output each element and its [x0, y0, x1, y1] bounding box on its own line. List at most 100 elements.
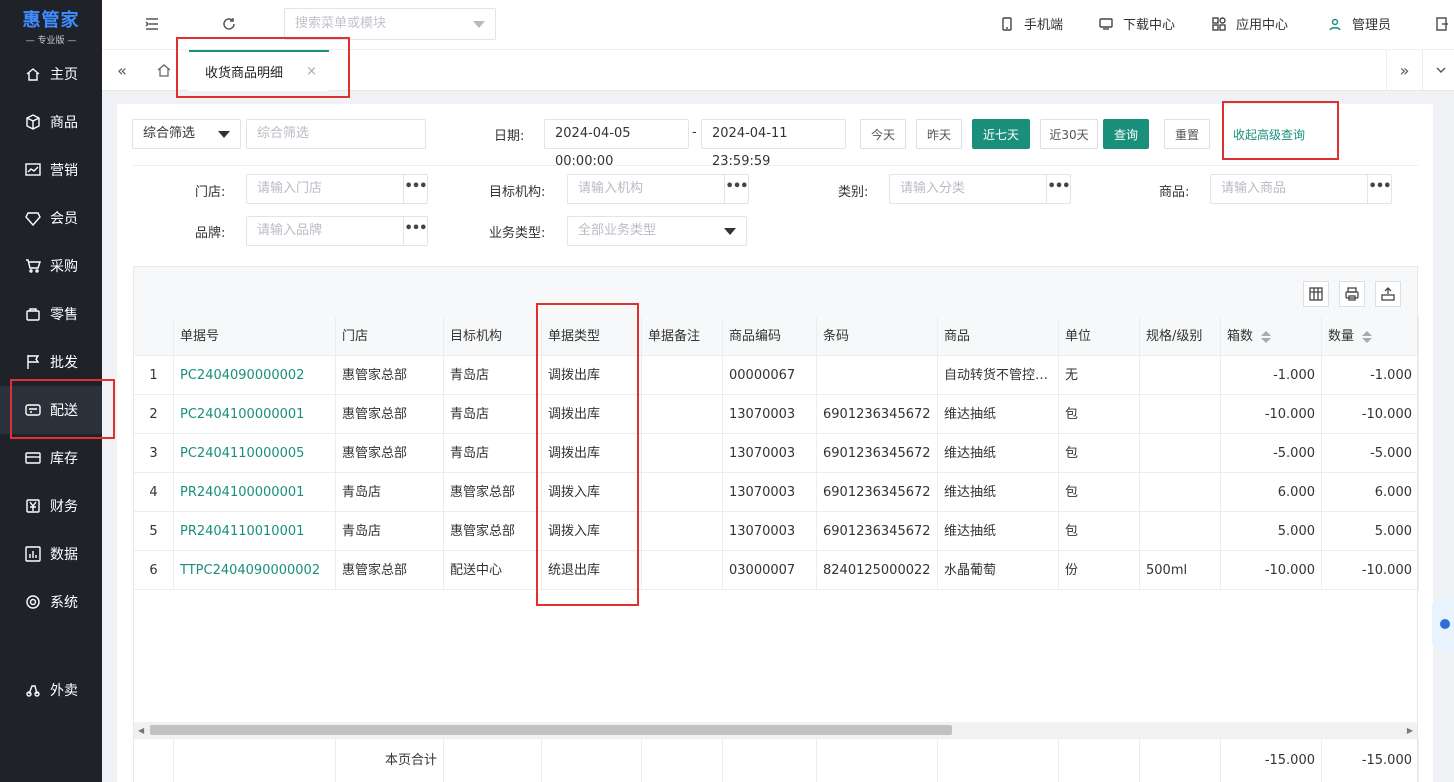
- column-header-spec[interactable]: 规格/级别: [1140, 317, 1221, 356]
- sidebar-item-1[interactable]: 主页: [0, 50, 102, 98]
- last-30-days-button[interactable]: 近30天: [1040, 119, 1098, 149]
- sidebar-item-8[interactable]: 配送: [0, 386, 102, 434]
- target-org-input[interactable]: 请输入机构 •••: [567, 174, 749, 204]
- footer-cell: [817, 739, 938, 782]
- yesterday-button[interactable]: 昨天: [916, 119, 962, 149]
- sidebar-item-4[interactable]: 会员: [0, 194, 102, 242]
- horizontal-scrollbar[interactable]: ◀ ▶: [134, 722, 1417, 738]
- tab-close-icon[interactable]: ×: [306, 64, 317, 79]
- export-icon[interactable]: [1375, 281, 1401, 307]
- column-header-unit[interactable]: 单位: [1059, 317, 1140, 356]
- scrollbar-thumb[interactable]: [150, 725, 952, 735]
- last-7-days-button[interactable]: 近七天: [972, 119, 1030, 149]
- mobile-link[interactable]: 手机端: [1000, 14, 1063, 33]
- sidebar-item-2[interactable]: 商品: [0, 98, 102, 146]
- column-header-code[interactable]: 商品编码: [723, 317, 817, 356]
- more-icon[interactable]: •••: [403, 217, 427, 245]
- cell-target: 惠管家总部: [444, 512, 542, 551]
- combo-filter-input[interactable]: 综合筛选: [246, 119, 426, 149]
- sort-icon[interactable]: [1362, 330, 1373, 343]
- user-menu[interactable]: 管理员: [1328, 14, 1391, 33]
- sidebar-item-10[interactable]: 财务: [0, 482, 102, 530]
- data-icon: [24, 545, 42, 563]
- cell-store: 青岛店: [336, 473, 444, 512]
- footer-cell: [1140, 739, 1221, 782]
- cell-barcode: [817, 356, 938, 395]
- more-icon[interactable]: •••: [724, 175, 748, 203]
- tab-scroll-right-icon[interactable]: »: [1386, 50, 1422, 90]
- menu-toggle-icon[interactable]: [142, 14, 162, 34]
- tab-scroll-left-icon[interactable]: «: [104, 50, 140, 90]
- target-placeholder: 请输入机构: [578, 181, 644, 196]
- cell-doc[interactable]: PC2404090000002: [174, 356, 336, 395]
- sidebar-item-6[interactable]: 零售: [0, 290, 102, 338]
- refresh-icon[interactable]: [219, 14, 239, 34]
- collapse-advanced-search-link[interactable]: 收起高级查询: [1233, 126, 1305, 143]
- table-row[interactable]: 6 TTPC2404090000002 惠管家总部 配送中心 统退出库 03000007 8…: [134, 551, 1419, 590]
- column-settings-icon[interactable]: [1303, 281, 1329, 307]
- query-button[interactable]: 查询: [1103, 119, 1149, 149]
- column-header-note[interactable]: 单据备注: [642, 317, 723, 356]
- app-logo[interactable]: 惠管家 — 专业版 —: [0, 0, 102, 48]
- more-icon[interactable]: •••: [403, 175, 427, 203]
- store-label: 门店:: [195, 185, 226, 200]
- table-row[interactable]: 4 PR2404100000001 青岛店 惠管家总部 调拨入库 13070003 6901…: [134, 473, 1419, 512]
- cell-barcode: 6901236345672: [817, 473, 938, 512]
- reset-button[interactable]: 重置: [1164, 119, 1210, 149]
- product-input[interactable]: 请输入商品 •••: [1210, 174, 1392, 204]
- table-row[interactable]: 1 PC2404090000002 惠管家总部 青岛店 调拨出库 00000067 自动转货…: [134, 356, 1419, 395]
- table-row[interactable]: 5 PR2404110010001 青岛店 惠管家总部 调拨入库 13070003 6901…: [134, 512, 1419, 551]
- cell-doc[interactable]: PC2404100000001: [174, 395, 336, 434]
- column-header-boxes[interactable]: 箱数: [1221, 317, 1322, 356]
- table-row[interactable]: 2 PC2404100000001 惠管家总部 青岛店 调拨出库 13070003 6901…: [134, 395, 1419, 434]
- column-header-type[interactable]: 单据类型: [542, 317, 642, 356]
- app-center-link[interactable]: 应用中心: [1212, 14, 1288, 33]
- cell-doc[interactable]: PC2404110000005: [174, 434, 336, 473]
- scroll-right-arrow-icon[interactable]: ▶: [1407, 726, 1413, 735]
- cell-note: [642, 512, 723, 551]
- cell-type: 调拨出库: [542, 434, 642, 473]
- more-icon[interactable]: •••: [1367, 175, 1391, 203]
- column-header-qty[interactable]: 数量: [1322, 317, 1419, 356]
- sidebar-item-11[interactable]: 数据: [0, 530, 102, 578]
- assistant-bubble[interactable]: [1432, 597, 1454, 651]
- sort-icon[interactable]: [1261, 330, 1272, 343]
- column-header-product[interactable]: 商品: [938, 317, 1059, 356]
- download-center-link[interactable]: 下载中心: [1099, 14, 1175, 33]
- cell-doc[interactable]: PR2404110010001: [174, 512, 336, 551]
- sidebar-item-5[interactable]: 采购: [0, 242, 102, 290]
- user-avatar-icon: [1329, 18, 1341, 30]
- today-button[interactable]: 今天: [860, 119, 906, 149]
- combo-filter-select[interactable]: 综合筛选: [132, 119, 241, 149]
- menu-search-input[interactable]: 搜索菜单或模块: [284, 8, 496, 40]
- sidebar-item-3[interactable]: 营销: [0, 146, 102, 194]
- assistant-icon: [1440, 619, 1450, 629]
- sidebar-item-12[interactable]: 系统: [0, 578, 102, 626]
- logout-icon[interactable]: [1432, 14, 1452, 34]
- cell-doc[interactable]: TTPC2404090000002: [174, 551, 336, 590]
- date-end-input[interactable]: 2024-04-11 23:59:59: [701, 119, 846, 169]
- table-row[interactable]: 3 PC2404110000005 惠管家总部 青岛店 调拨出库 13070003 6901…: [134, 434, 1419, 473]
- more-icon[interactable]: •••: [1046, 175, 1070, 203]
- tab-menu-chevron-icon[interactable]: [1422, 50, 1454, 90]
- sidebar-item-7[interactable]: 批发: [0, 338, 102, 386]
- column-header-target[interactable]: 目标机构: [444, 317, 542, 356]
- date-start-input[interactable]: 2024-04-05 00:00:00: [544, 119, 689, 169]
- cell-doc[interactable]: PR2404100000001: [174, 473, 336, 512]
- biz-type-select[interactable]: 全部业务类型: [567, 216, 747, 246]
- column-header-store[interactable]: 门店: [336, 317, 444, 356]
- store-input[interactable]: 请输入门店 •••: [246, 174, 428, 204]
- column-header-doc[interactable]: 单据号: [174, 317, 336, 356]
- home-tab-icon[interactable]: [146, 50, 182, 90]
- print-icon[interactable]: [1339, 281, 1365, 307]
- column-header-label: 规格/级别: [1146, 329, 1203, 344]
- sidebar-item-9[interactable]: 库存: [0, 434, 102, 482]
- sidebar-item-13[interactable]: 外卖: [0, 666, 102, 714]
- category-input[interactable]: 请输入分类 •••: [889, 174, 1071, 204]
- brand-input[interactable]: 请输入品牌 •••: [246, 216, 428, 246]
- cell-unit: 包: [1059, 473, 1140, 512]
- column-header-barcode[interactable]: 条码: [817, 317, 938, 356]
- date-label: 日期:: [494, 129, 525, 144]
- scroll-left-arrow-icon[interactable]: ◀: [138, 726, 144, 735]
- tab-receive-goods-detail[interactable]: 收货商品明细 ×: [189, 50, 329, 91]
